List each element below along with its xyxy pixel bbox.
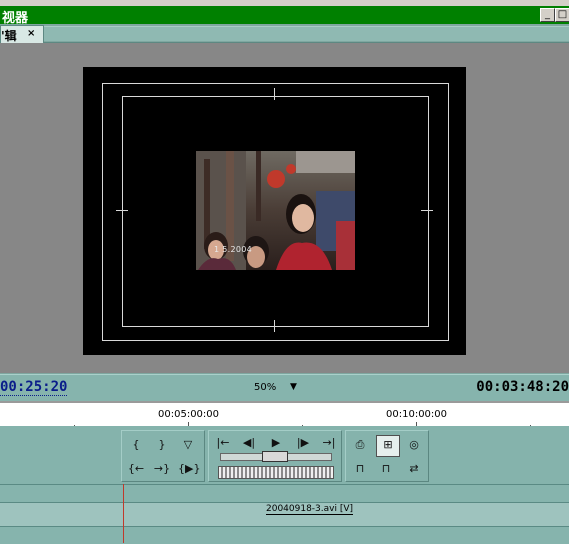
track-row[interactable]	[0, 484, 569, 503]
step-back-to-edit-button[interactable]: |←	[213, 433, 233, 453]
step-forward-button[interactable]: |▶	[293, 433, 313, 453]
ruler-label: 00:05:00:00	[158, 409, 220, 420]
tab-row: '辑 ×	[0, 24, 569, 43]
time-ruler[interactable]: 00:05:00:00 00:10:00:00	[0, 401, 569, 428]
mark-out-button[interactable]: }	[152, 435, 172, 455]
tab-label: '辑	[1, 29, 17, 43]
edit-group: ⎙ ⊞ ◎ ⊓ ⊓ ⇄	[345, 430, 429, 482]
duration-timecode: 00:03:48:20	[476, 379, 569, 395]
close-icon[interactable]: ×	[27, 28, 35, 39]
trim-button[interactable]: ⇄	[404, 459, 424, 479]
play-button[interactable]: ▶	[266, 433, 286, 453]
timecode-bar: 00:25:20 50% ▼ 00:03:48:20	[0, 374, 569, 401]
video-preview: 1 5.2004	[196, 151, 355, 270]
marker-group: { } ▽ {← →} {▶}	[121, 430, 205, 482]
program-monitor: 1 5.2004	[0, 43, 569, 373]
maximize-button[interactable]: □	[555, 8, 569, 22]
step-to-next-edit-button[interactable]: →|	[319, 433, 339, 453]
step-back-button[interactable]: ◀|	[239, 433, 259, 453]
title-bar: 视器 _ □	[0, 6, 569, 26]
zoom-dropdown-icon[interactable]: ▼	[290, 382, 297, 392]
mark-in-button[interactable]: {	[126, 435, 146, 455]
video-datestamp: 1 5.2004	[214, 245, 253, 254]
video-frame: 1 5.2004	[83, 67, 466, 355]
set-marker-button[interactable]: ▽	[178, 435, 198, 455]
clip-label[interactable]: 20040918-3.avi [V]	[266, 504, 354, 515]
export-frame-button[interactable]: ⎙	[350, 435, 370, 455]
safe-margins-button[interactable]: ⊞	[376, 435, 400, 457]
track-row[interactable]	[0, 526, 569, 544]
go-to-in-button[interactable]: {←	[126, 459, 146, 479]
lift-button[interactable]: ⊓	[350, 459, 370, 479]
center-mark-left	[116, 210, 128, 211]
extract-button[interactable]: ⊓	[376, 459, 396, 479]
center-mark-right	[421, 210, 433, 211]
output-button[interactable]: ◎	[404, 435, 424, 455]
transport-controls: { } ▽ {← →} {▶} |← ◀| ▶ |▶ →| ⎙ ⊞ ◎ ⊓ ⊓ …	[0, 426, 569, 484]
zoom-level[interactable]: 50%	[254, 382, 276, 393]
minimize-button[interactable]: _	[540, 8, 555, 22]
timeline-tracks: 20040918-3.avi [V]	[0, 484, 569, 544]
center-mark-top	[274, 88, 275, 100]
tab-editor[interactable]: '辑 ×	[0, 25, 44, 43]
ruler-label: 00:10:00:00	[386, 409, 448, 420]
playhead[interactable]	[123, 484, 124, 543]
shuttle-knob[interactable]	[262, 451, 288, 462]
go-to-out-button[interactable]: →}	[152, 459, 172, 479]
tab-strip	[44, 26, 569, 41]
jog-wheel[interactable]	[218, 466, 334, 479]
play-in-to-out-button[interactable]: {▶}	[178, 459, 200, 479]
current-timecode[interactable]: 00:25:20	[0, 379, 68, 396]
center-mark-bottom	[274, 320, 275, 332]
